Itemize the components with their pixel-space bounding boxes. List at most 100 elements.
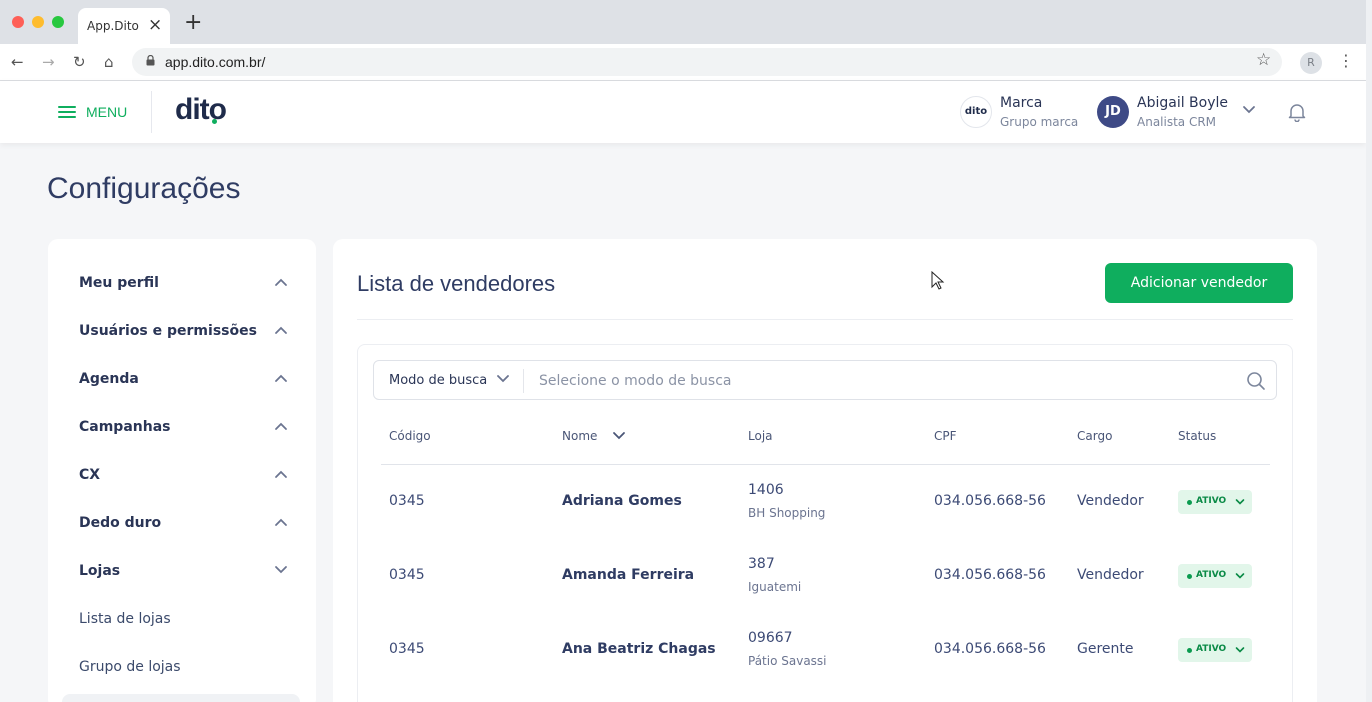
sellers-table-card: Modo de busca Código Nome Loja CPF Cargo… (357, 344, 1293, 702)
status-badge[interactable]: ATIVO (1178, 564, 1252, 588)
cell-loja-number: 387 (748, 556, 775, 572)
browser-tab[interactable]: App.Dito × (78, 8, 170, 44)
column-header-codigo: Código (389, 429, 431, 443)
cell-cargo: Gerente (1077, 641, 1134, 657)
status-dot (1187, 500, 1192, 505)
chevron-up-icon[interactable] (274, 421, 288, 431)
header-divider (151, 91, 152, 133)
sort-chevron-icon[interactable] (612, 431, 626, 441)
cell-loja-number: 1406 (748, 482, 784, 498)
user-role: Analista CRM (1137, 115, 1217, 129)
omnibox[interactable]: app.dito.com.br/ ☆ (132, 48, 1282, 76)
address-bar-row: ← → ↻ ⌂ app.dito.com.br/ ☆ R ⋮ (0, 44, 1372, 81)
minimize-window-button[interactable] (32, 16, 44, 28)
tab-title: App.Dito (87, 19, 139, 33)
home-icon[interactable]: ⌂ (104, 52, 114, 72)
search-divider (523, 369, 524, 393)
chevron-down-icon (1235, 573, 1245, 579)
panel-title: Lista de vendedores (357, 271, 556, 296)
chevron-up-icon[interactable] (274, 517, 288, 527)
column-header-cargo: Cargo (1077, 429, 1113, 443)
brand-subtitle: Grupo marca (1000, 115, 1079, 129)
browser-menu-icon[interactable]: ⋮ (1338, 51, 1354, 70)
brand-name[interactable]: Marca (1000, 95, 1042, 111)
cell-cargo: Vendedor (1077, 567, 1144, 583)
sidebar-subitem-lista-de-lojas[interactable]: Lista de lojas (79, 611, 171, 627)
column-header-status: Status (1178, 429, 1217, 443)
close-window-button[interactable] (12, 16, 24, 28)
column-header-nome[interactable]: Nome (562, 429, 597, 443)
chevron-down-icon[interactable] (274, 565, 288, 575)
cell-cargo: Vendedor (1077, 493, 1144, 509)
status-badge[interactable]: ATIVO (1178, 638, 1252, 662)
cell-cpf: 034.056.668-56 (934, 641, 1046, 657)
sidebar-item-campanhas[interactable]: Campanhas (79, 419, 171, 435)
cell-codigo: 0345 (389, 567, 425, 583)
status-dot (1187, 574, 1192, 579)
chevron-up-icon[interactable] (274, 325, 288, 335)
bookmark-star-icon[interactable]: ☆ (1256, 50, 1271, 70)
search-bar: Modo de busca (373, 360, 1277, 400)
table-header-divider (381, 464, 1270, 465)
cell-loja-name: Iguatemi (748, 580, 802, 594)
cell-codigo: 0345 (389, 493, 425, 509)
cell-loja-number: 09667 (748, 630, 793, 646)
add-seller-button[interactable]: Adicionar vendedor (1105, 263, 1293, 303)
menu-label: MENU (86, 104, 128, 120)
cell-loja-name: Pátio Savassi (748, 654, 827, 668)
chevron-down-icon (1235, 499, 1245, 505)
cell-nome[interactable]: Adriana Gomes (562, 493, 682, 509)
search-input[interactable] (539, 370, 1229, 392)
sidebar-item-meu-perfil[interactable]: Meu perfil (79, 275, 159, 291)
new-tab-icon[interactable]: + (184, 12, 202, 34)
sidebar-item-agenda[interactable]: Agenda (79, 371, 139, 387)
app-header: MENU dito dito Marca Grupo marca JD Abig… (0, 81, 1366, 143)
close-tab-icon[interactable]: × (148, 16, 162, 34)
chevron-down-icon[interactable] (1242, 105, 1256, 115)
dito-logo[interactable]: dito (175, 93, 227, 127)
user-avatar[interactable]: JD (1097, 96, 1129, 128)
sellers-panel: Lista de vendedores Adicionar vendedor M… (333, 239, 1317, 702)
chevron-up-icon[interactable] (274, 277, 288, 287)
status-badge[interactable]: ATIVO (1178, 490, 1252, 514)
brand-avatar[interactable]: dito (960, 96, 992, 128)
status-dot (1187, 648, 1192, 653)
column-header-loja: Loja (748, 429, 773, 443)
bell-icon[interactable] (1287, 102, 1307, 122)
sidebar-subitem-grupo-de-lojas[interactable]: Grupo de lojas (79, 659, 181, 675)
status-text: ATIVO (1196, 570, 1227, 580)
user-name[interactable]: Abigail Boyle (1137, 95, 1228, 111)
back-icon[interactable]: ← (11, 52, 24, 72)
chevron-down-icon[interactable] (496, 374, 510, 384)
browser-tab-bar: App.Dito × + (0, 0, 1372, 44)
sidebar-selected-item[interactable] (62, 694, 300, 702)
menu-button[interactable]: MENU (58, 104, 127, 120)
panel-divider (357, 319, 1293, 320)
page-title: Configurações (47, 172, 241, 205)
cell-nome[interactable]: Ana Beatriz Chagas (562, 641, 716, 657)
chevron-up-icon[interactable] (274, 469, 288, 479)
sidebar-item-cx[interactable]: CX (79, 467, 100, 483)
settings-sidebar: Meu perfil Usuários e permissões Agenda … (48, 239, 316, 702)
status-text: ATIVO (1196, 644, 1227, 654)
status-text: ATIVO (1196, 496, 1227, 506)
cell-cpf: 034.056.668-56 (934, 493, 1046, 509)
search-icon[interactable] (1246, 371, 1266, 391)
sidebar-item-usuarios[interactable]: Usuários e permissões (79, 323, 257, 339)
search-mode-select[interactable]: Modo de busca (389, 373, 487, 388)
cell-codigo: 0345 (389, 641, 425, 657)
maximize-window-button[interactable] (52, 16, 64, 28)
sidebar-item-dedo-duro[interactable]: Dedo duro (79, 515, 161, 531)
reload-icon[interactable]: ↻ (73, 52, 86, 72)
cell-loja-name: BH Shopping (748, 506, 826, 520)
chevron-up-icon[interactable] (274, 373, 288, 383)
sidebar-item-lojas[interactable]: Lojas (79, 563, 120, 579)
chevron-down-icon (1235, 647, 1245, 653)
logo-dot (212, 119, 217, 124)
browser-profile-avatar[interactable]: R (1300, 52, 1322, 74)
cell-nome[interactable]: Amanda Ferreira (562, 567, 694, 583)
cell-cpf: 034.056.668-56 (934, 567, 1046, 583)
forward-icon[interactable]: → (42, 52, 55, 72)
page-scrollbar[interactable] (1366, 0, 1372, 702)
column-header-cpf: CPF (934, 429, 957, 443)
